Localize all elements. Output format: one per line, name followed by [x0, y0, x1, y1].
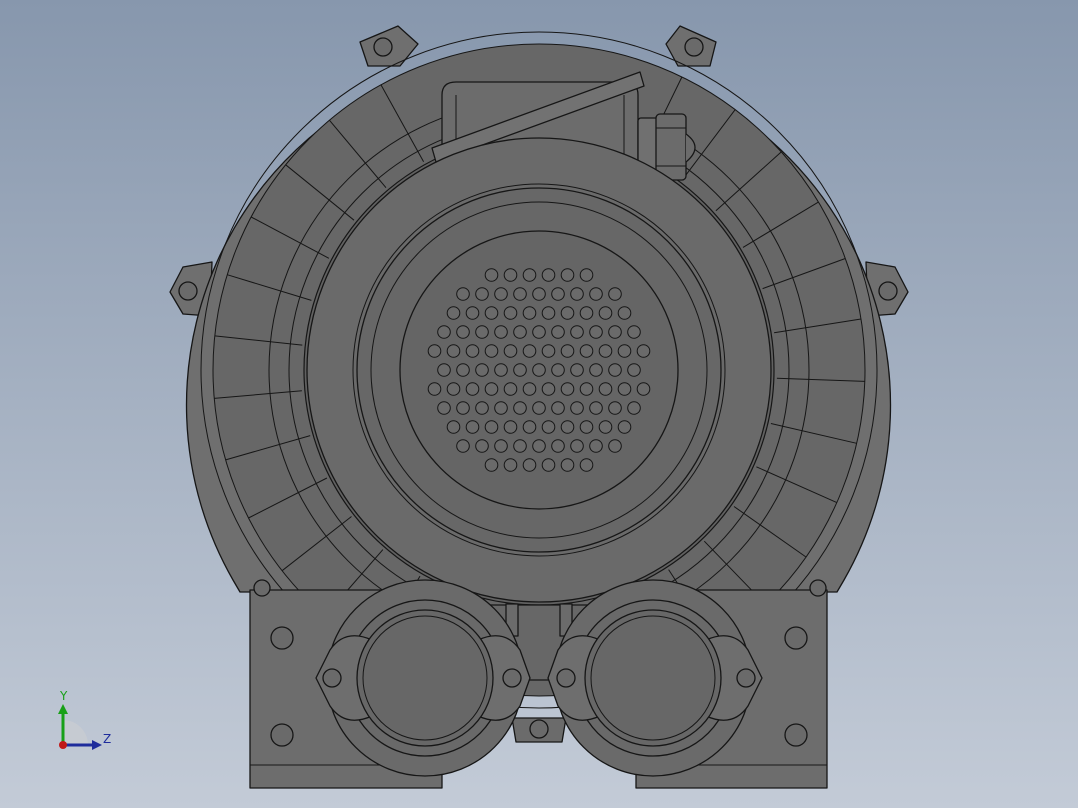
- triad-plane: [63, 720, 88, 745]
- z-axis-label: Z: [103, 732, 111, 746]
- x-axis-dot: [59, 741, 67, 749]
- cad-graphics-viewport[interactable]: Y Z: [0, 0, 1078, 808]
- y-axis-label: Y: [59, 689, 68, 703]
- z-axis-arrowhead: [92, 740, 102, 750]
- coordinate-triad: Y Z: [58, 689, 111, 750]
- y-axis-arrowhead: [58, 704, 68, 714]
